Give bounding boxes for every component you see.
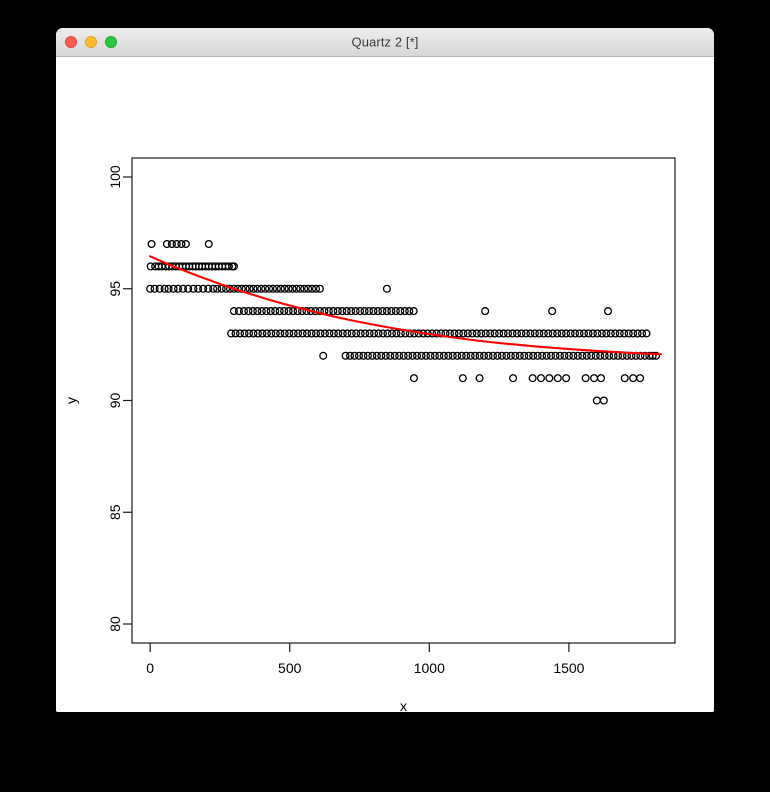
data-point (548, 307, 557, 316)
traffic-light-group (65, 36, 117, 48)
data-point (620, 374, 629, 383)
x-tick-label: 1500 (553, 660, 584, 676)
x-axis-title: x (400, 698, 407, 712)
data-point (147, 240, 156, 249)
data-point (562, 374, 571, 383)
data-points-group (146, 240, 661, 405)
data-point (603, 307, 613, 316)
y-tick-label: 95 (107, 281, 123, 297)
data-point (409, 307, 418, 316)
data-point (481, 307, 490, 316)
data-point (509, 374, 518, 383)
window-title: Quartz 2 [*] (351, 34, 419, 50)
y-tick-label: 100 (107, 165, 123, 189)
data-point (458, 374, 467, 383)
data-point (204, 240, 213, 249)
y-tick-label: 85 (107, 504, 123, 520)
data-point (319, 351, 328, 360)
quartz-window: Quartz 2 [*] 0 500 1000 1500 80 85 90 95 100 x y (56, 28, 714, 712)
data-point (553, 374, 562, 383)
data-point (642, 329, 651, 338)
x-tick-label: 0 (146, 660, 154, 676)
close-button[interactable] (65, 36, 77, 48)
y-tick-label: 80 (107, 616, 123, 632)
y-tick-label: 90 (107, 393, 123, 409)
data-point (592, 396, 601, 405)
data-point (589, 374, 599, 383)
data-point (382, 284, 391, 293)
scatter-plot: 0 500 1000 1500 80 85 90 95 100 x y (63, 157, 676, 712)
data-point (636, 374, 645, 383)
maximize-button[interactable] (105, 36, 117, 48)
x-tick-label: 500 (278, 660, 302, 676)
plot-content: 0 500 1000 1500 80 85 90 95 100 x y (63, 157, 676, 712)
data-point (581, 374, 590, 383)
data-point (596, 374, 606, 383)
plot-canvas: 0 500 1000 1500 80 85 90 95 100 x y (56, 57, 714, 712)
window-titlebar[interactable]: Quartz 2 [*] (56, 28, 714, 57)
data-point (599, 396, 608, 405)
data-point (409, 374, 419, 383)
screen-root: Quartz 2 [*] 0 500 1000 1500 80 85 90 95 100 x y (0, 0, 770, 792)
x-tick-label: 1000 (414, 660, 445, 676)
y-axis-title: y (63, 397, 79, 404)
data-point (528, 374, 537, 383)
data-point (545, 374, 554, 383)
data-point (475, 374, 484, 383)
data-point (629, 374, 638, 383)
data-point (536, 374, 546, 383)
data-point (181, 240, 190, 249)
minimize-button[interactable] (85, 36, 97, 48)
fitted-curve (149, 255, 663, 356)
